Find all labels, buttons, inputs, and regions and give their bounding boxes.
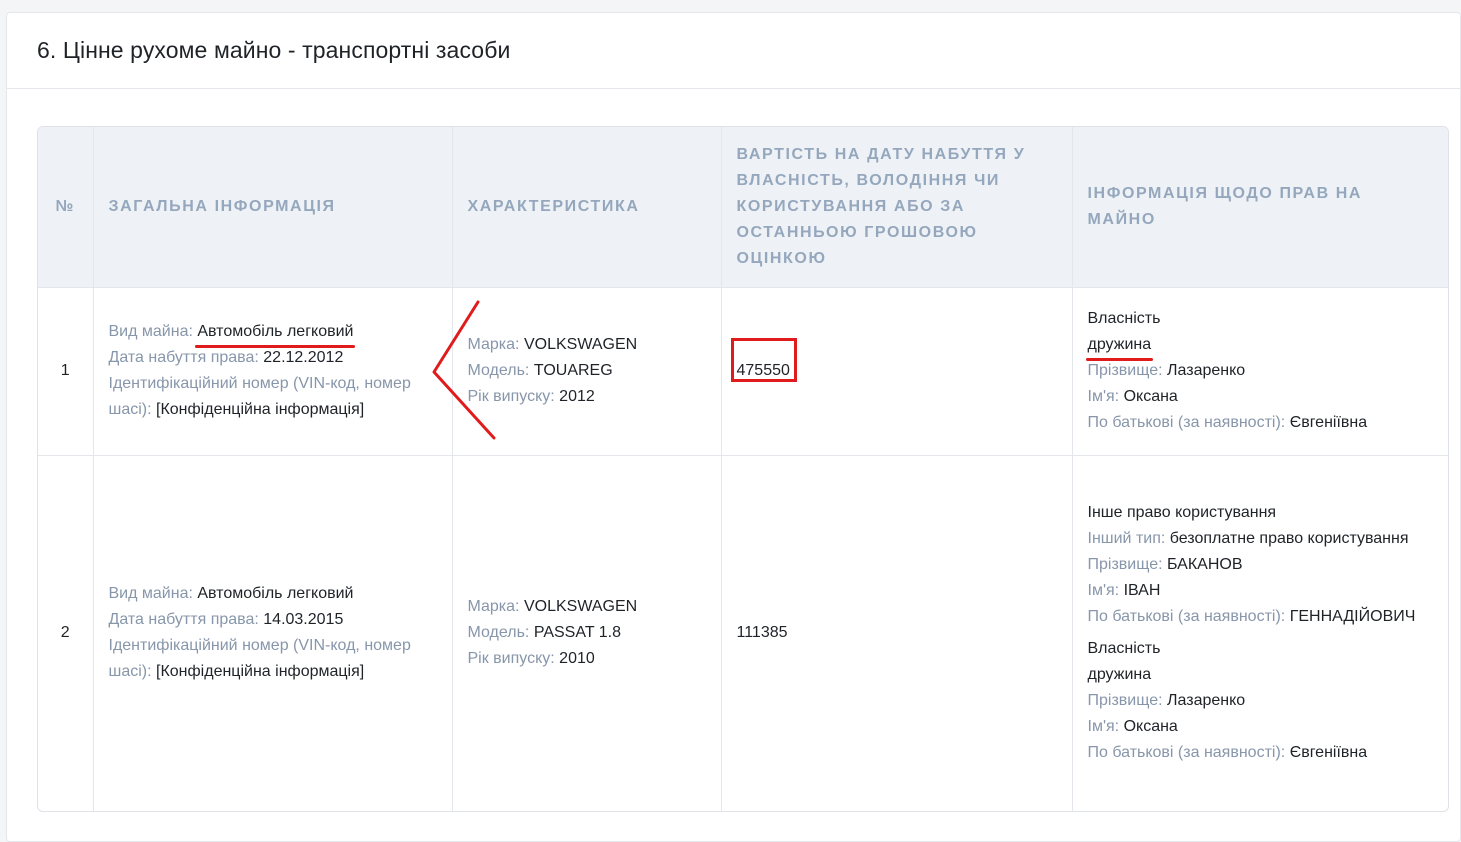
right-type: Власність bbox=[1087, 640, 1161, 658]
year-label: Рік випуску: bbox=[467, 650, 555, 668]
section-title: 6. Цінне рухоме майно - транспортні засо… bbox=[37, 37, 511, 63]
general-info-cell: Вид майна: Автомобіль легковий Дата набу… bbox=[93, 287, 453, 456]
name-label: Ім'я: bbox=[1087, 582, 1120, 600]
year-value: 2012 bbox=[559, 388, 595, 405]
patronymic-label: По батькові (за наявності): bbox=[1087, 744, 1286, 762]
patronymic-label: По батькові (за наявності): bbox=[1087, 608, 1286, 626]
surname-value: БАКАНОВ bbox=[1167, 556, 1243, 574]
right-type: Інше право користування bbox=[1087, 504, 1277, 522]
name-label: Ім'я: bbox=[1087, 718, 1120, 736]
acq-date-value: 22.12.2012 bbox=[263, 349, 344, 366]
acq-date-label: Дата набуття права: bbox=[108, 349, 259, 366]
characteristics-cell: Марка: VOLKSWAGEN Модель: TOUAREG Рік ви… bbox=[452, 287, 722, 456]
vehicles-panel: 6. Цінне рухоме майно - транспортні засо… bbox=[6, 12, 1461, 842]
rights-entry: Інше право користування Інший тип: безоп… bbox=[1088, 500, 1436, 630]
kind-label: Вид майна: bbox=[108, 323, 193, 340]
year-label: Рік випуску: bbox=[467, 388, 555, 405]
acq-date-value: 14.03.2015 bbox=[263, 611, 344, 629]
value-cell: 475550 bbox=[721, 287, 1073, 456]
brand-value: VOLKSWAGEN bbox=[523, 598, 638, 616]
vin-value: [Конфіденційна інформація] bbox=[156, 401, 365, 418]
name-value: Оксана bbox=[1123, 718, 1178, 736]
table-row: 1 Вид майна: Автомобіль легковий Дата на… bbox=[38, 287, 1448, 456]
vehicles-table: № Загальна інформація Характеристика Вар… bbox=[38, 127, 1448, 811]
header-rights-info: Інформація щодо прав на майно bbox=[1072, 127, 1448, 288]
surname-label: Прізвище: bbox=[1087, 692, 1163, 710]
panel-header: 6. Цінне рухоме майно - транспортні засо… bbox=[7, 13, 1460, 89]
kind-value: Автомобіль легковий bbox=[195, 319, 356, 348]
rights-cell: Інше право користування Інший тип: безоп… bbox=[1072, 455, 1448, 811]
kind-label: Вид майна: bbox=[108, 585, 193, 603]
surname-label: Прізвище: bbox=[1087, 556, 1163, 574]
model-label: Модель: bbox=[467, 362, 530, 379]
brand-label: Марка: bbox=[467, 336, 520, 353]
other-type-label: Інший тип: bbox=[1087, 530, 1166, 548]
rights-cell: Власність дружина Прізвище: Лазаренко Ім… bbox=[1072, 287, 1448, 456]
header-num: № bbox=[38, 127, 94, 288]
name-value: ІВАН bbox=[1123, 582, 1161, 600]
model-value: TOUAREG bbox=[533, 362, 613, 379]
row-number: 1 bbox=[38, 287, 94, 456]
brand-label: Марка: bbox=[467, 598, 520, 616]
other-type-value: безоплатне право користування bbox=[1169, 530, 1409, 548]
name-label: Ім'я: bbox=[1087, 388, 1120, 405]
table-row: 2 Вид майна: Автомобіль легковий Дата на… bbox=[38, 455, 1448, 811]
patronymic-value: ГЕННАДІЙОВИЧ bbox=[1289, 608, 1416, 626]
table-header-row: № Загальна інформація Характеристика Вар… bbox=[38, 127, 1448, 288]
value-cell: 111385 bbox=[721, 455, 1073, 811]
surname-label: Прізвище: bbox=[1087, 362, 1163, 379]
value-amount: 111385 bbox=[736, 624, 788, 642]
surname-value: Лазаренко bbox=[1167, 362, 1246, 379]
header-value: Вартість на дату набуття у власність, во… bbox=[721, 127, 1073, 288]
right-relation: дружина bbox=[1085, 332, 1153, 361]
model-label: Модель: bbox=[467, 624, 530, 642]
vin-value: [Конфіденційна інформація] bbox=[156, 663, 365, 681]
patronymic-value: Євгеніївна bbox=[1289, 744, 1368, 762]
patronymic-value: Євгеніївна bbox=[1289, 414, 1368, 431]
header-general-info: Загальна інформація bbox=[93, 127, 453, 288]
right-relation: дружина bbox=[1087, 666, 1152, 684]
brand-value: VOLKSWAGEN bbox=[523, 336, 638, 353]
kind-value: Автомобіль легковий bbox=[197, 585, 354, 603]
rights-entry: Власність дружина Прізвище: Лазаренко Ім… bbox=[1085, 306, 1436, 436]
name-value: Оксана bbox=[1123, 388, 1178, 405]
row-number: 2 bbox=[38, 455, 94, 811]
right-type: Власність bbox=[1087, 310, 1161, 327]
general-info-cell: Вид майна: Автомобіль легковий Дата набу… bbox=[93, 455, 453, 811]
year-value: 2010 bbox=[559, 650, 595, 668]
rights-entry: Власність дружина Прізвище: Лазаренко Ім… bbox=[1088, 636, 1436, 766]
surname-value: Лазаренко bbox=[1167, 692, 1246, 710]
patronymic-label: По батькові (за наявності): bbox=[1087, 414, 1286, 431]
vehicles-table-wrapper: № Загальна інформація Характеристика Вар… bbox=[37, 126, 1449, 812]
value-amount: 475550 bbox=[730, 338, 797, 384]
acq-date-label: Дата набуття права: bbox=[108, 611, 259, 629]
header-characteristics: Характеристика bbox=[452, 127, 722, 288]
model-value: PASSAT 1.8 bbox=[533, 624, 621, 642]
characteristics-cell: Марка: VOLKSWAGEN Модель: PASSAT 1.8 Рік… bbox=[452, 455, 722, 811]
